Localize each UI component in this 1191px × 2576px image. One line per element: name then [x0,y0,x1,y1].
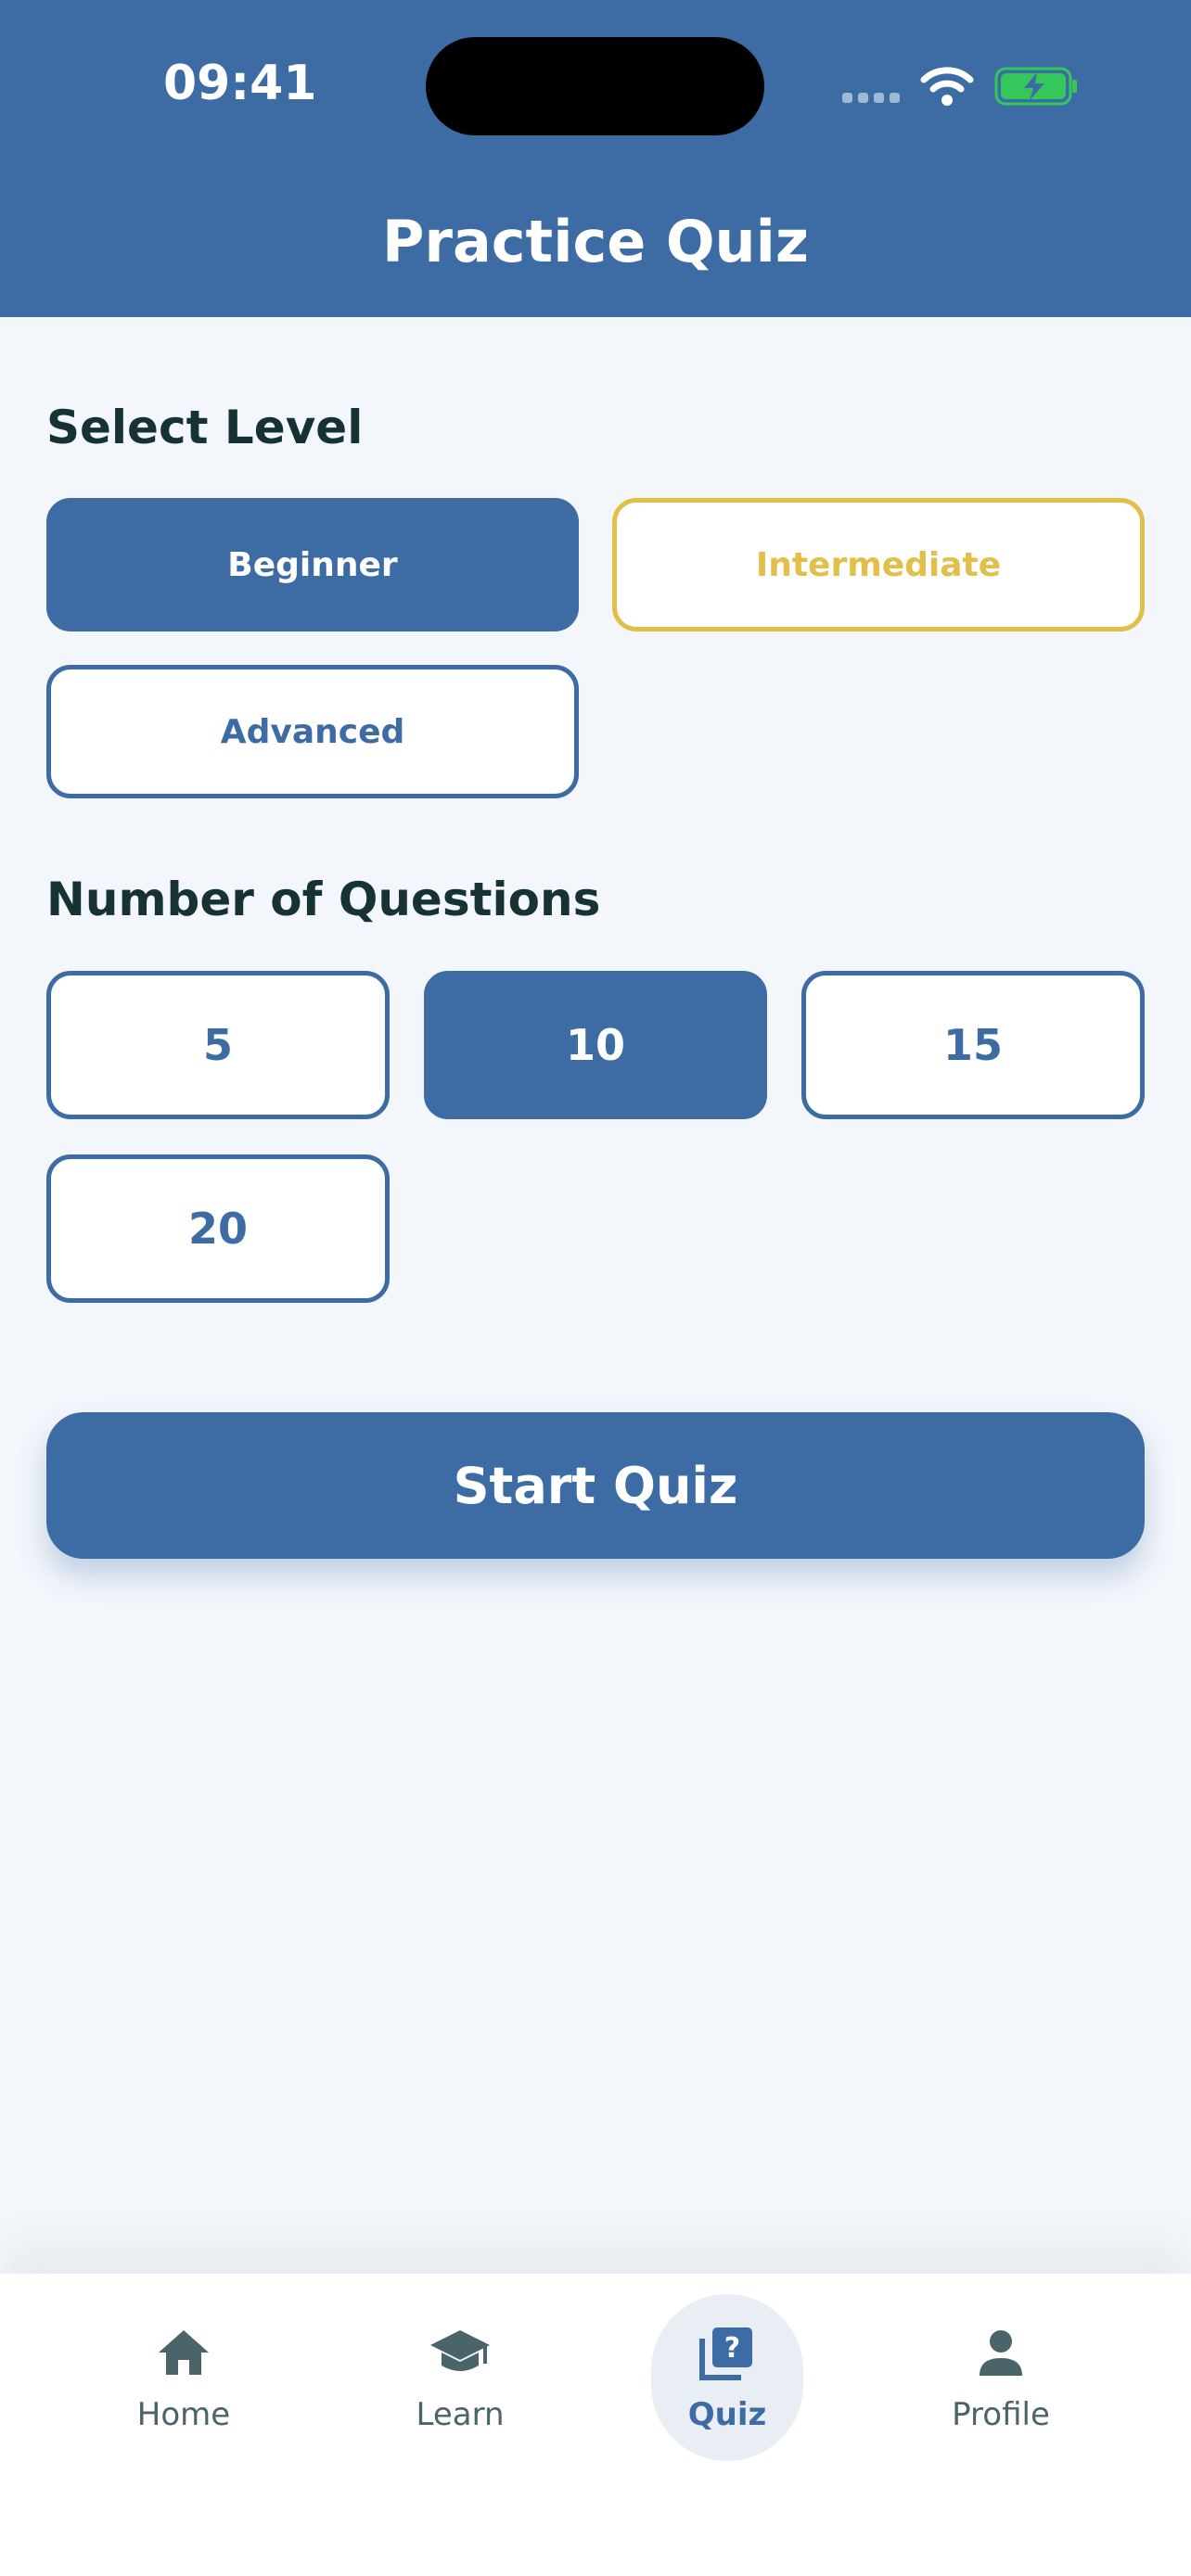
app-header: 09:41 Practice Quiz [0,0,1191,317]
start-quiz-button[interactable]: Start Quiz [46,1412,1145,1559]
level-advanced-button[interactable]: Advanced [46,665,579,798]
select-level-label: Select Level [46,401,364,454]
person-icon [980,2330,1022,2376]
nav-item-label: Quiz [687,2396,767,2433]
nav-item-learn[interactable]: Learn [386,2294,534,2461]
questions-20-button[interactable]: 20 [46,1154,390,1303]
nav-item-label: Profile [952,2396,1050,2433]
graduation-cap-icon [430,2330,490,2371]
nav-item-profile[interactable]: Profile [931,2294,1070,2461]
wifi-icon [920,67,974,106]
dynamic-island [426,37,764,135]
nav-item-label: Home [136,2396,231,2433]
svg-text:?: ? [724,2332,740,2365]
nav-item-label: Learn [416,2396,505,2433]
nav-item-home[interactable]: Home [109,2294,258,2461]
home-icon [159,2330,209,2375]
cellular-signal-icon [842,93,900,103]
questions-5-button[interactable]: 5 [46,971,390,1119]
battery-charging-icon [994,67,1077,106]
level-intermediate-button[interactable]: Intermediate [612,498,1145,631]
bottom-nav: Home Learn ? Quiz Profile [0,2274,1191,2576]
questions-10-button[interactable]: 10 [424,971,767,1119]
questions-15-button[interactable]: 15 [801,971,1145,1119]
status-time: 09:41 [163,56,317,111]
quiz-icon: ? [699,2327,752,2380]
level-beginner-button[interactable]: Beginner [46,498,579,631]
nav-item-quiz[interactable]: ? Quiz [651,2294,803,2461]
number-of-questions-label: Number of Questions [46,873,601,926]
page-title: Practice Quiz [381,208,810,275]
